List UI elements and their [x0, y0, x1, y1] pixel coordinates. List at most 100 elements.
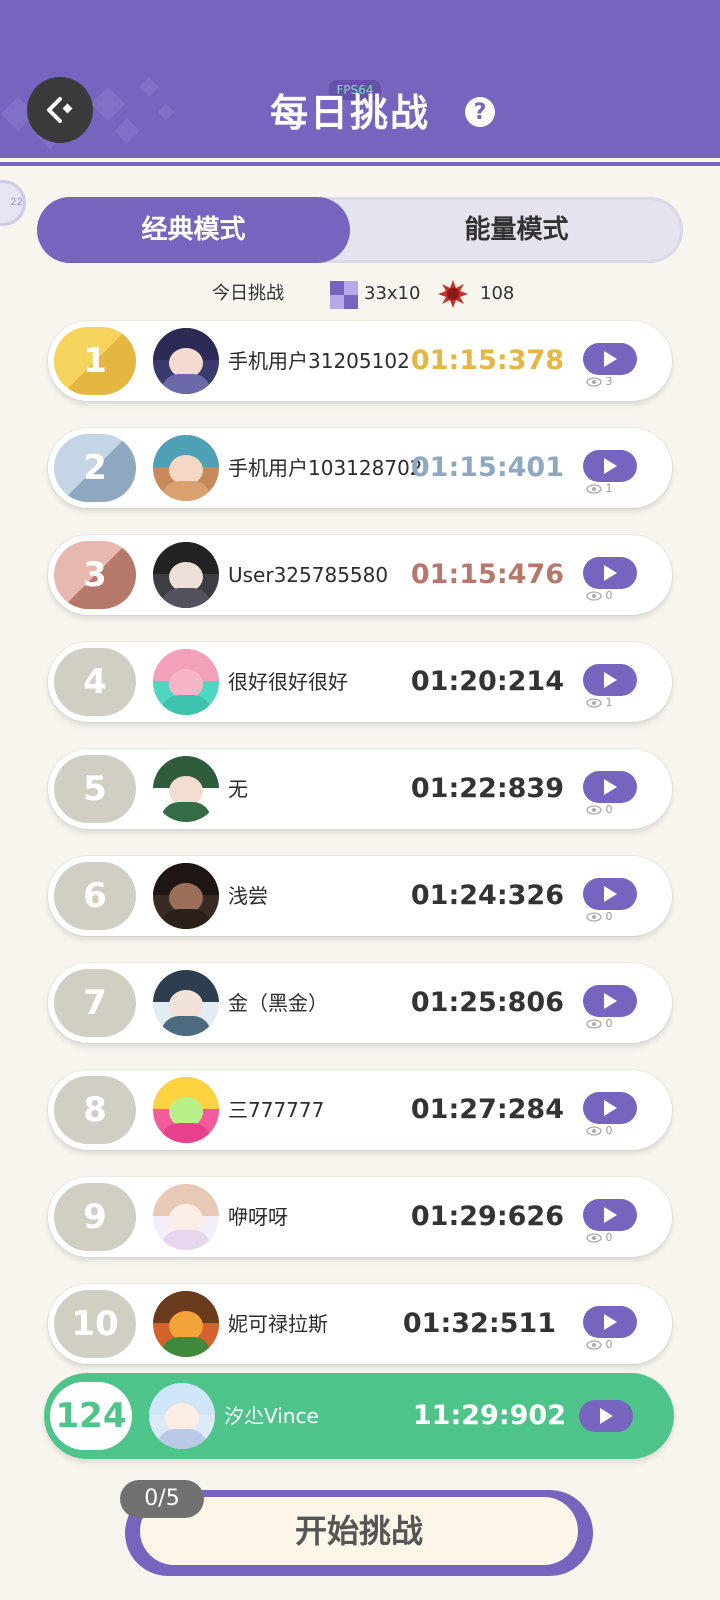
replay-button[interactable]	[583, 878, 637, 910]
player-name: 很好很好很好	[228, 670, 348, 694]
view-count: 0	[586, 1017, 613, 1030]
play-icon	[604, 1314, 617, 1330]
avatar	[153, 542, 219, 608]
play-icon	[604, 1100, 617, 1116]
play-icon	[604, 779, 617, 795]
replay-button[interactable]	[583, 557, 637, 589]
play-icon	[604, 672, 617, 688]
player-name: 妮可禄拉斯	[228, 1312, 328, 1336]
rank-badge: 8	[54, 1076, 136, 1144]
back-button[interactable]	[27, 77, 93, 143]
view-count: 0	[586, 589, 613, 602]
view-number: 3	[605, 375, 613, 388]
leaderboard-row[interactable]: 1 手机用户31205102 01:15:378 3	[48, 321, 672, 401]
rank-badge: 1	[54, 327, 136, 395]
view-number: 0	[605, 1017, 613, 1030]
decor-diamond	[157, 103, 175, 121]
my-rank-row[interactable]: 124 汐尐Vince 11:29:902	[44, 1373, 674, 1459]
leaderboard-row[interactable]: 9 咿呀呀 01:29:626 0	[48, 1177, 672, 1257]
replay-button[interactable]	[583, 771, 637, 803]
replay-button[interactable]	[583, 664, 637, 696]
today-info: 今日挑战 33x10 108	[0, 278, 720, 310]
view-number: 0	[605, 589, 613, 602]
play-icon	[604, 351, 617, 367]
leaderboard-row[interactable]: 10 妮可禄拉斯 01:32:511 0	[48, 1284, 672, 1364]
leaderboard-row[interactable]: 2 手机用户103128702 01:15:401 1	[48, 428, 672, 508]
play-icon	[600, 1408, 613, 1424]
view-count: 0	[586, 1124, 613, 1137]
clear-time: 01:29:626	[410, 1201, 564, 1232]
view-count: 0	[586, 803, 613, 816]
player-name: 手机用户103128702	[228, 456, 423, 480]
replay-button[interactable]	[583, 1199, 637, 1231]
my-time: 11:29:902	[412, 1400, 566, 1431]
eye-icon	[586, 1019, 602, 1029]
player-name: 三777777	[228, 1098, 325, 1122]
eye-icon	[586, 1126, 602, 1136]
decor-diamond	[139, 77, 159, 97]
eye-icon	[586, 698, 602, 708]
attempts-badge: 0/5	[120, 1480, 204, 1518]
rank-badge: 5	[54, 755, 136, 823]
leaderboard-row[interactable]: 5 无 01:22:839 0	[48, 749, 672, 829]
view-number: 0	[605, 1231, 613, 1244]
replay-button[interactable]	[583, 1306, 637, 1338]
clear-time: 01:20:214	[410, 666, 564, 697]
view-number: 0	[605, 1338, 613, 1351]
avatar	[153, 1077, 219, 1143]
eye-icon	[586, 1340, 602, 1350]
leaderboard-row[interactable]: 7 金（黑金） 01:25:806 0	[48, 963, 672, 1043]
eye-icon	[586, 377, 602, 387]
view-count: 0	[586, 1231, 613, 1244]
player-name: User325785580	[228, 563, 389, 587]
question-icon[interactable]: ?	[465, 97, 495, 127]
play-icon	[604, 1207, 617, 1223]
grid-size: 33x10	[364, 283, 421, 304]
my-rank-badge: 124	[50, 1382, 132, 1450]
replay-button[interactable]	[583, 343, 637, 375]
eye-icon	[586, 484, 602, 494]
decor-diamond	[114, 118, 140, 144]
today-label: 今日挑战	[212, 283, 284, 304]
rank-badge: 6	[54, 862, 136, 930]
leaderboard-row[interactable]: 6 浅尝 01:24:326 0	[48, 856, 672, 936]
clear-time: 01:15:401	[410, 452, 564, 483]
avatar	[153, 328, 219, 394]
clear-time: 01:32:511	[402, 1308, 556, 1339]
leaderboard-row[interactable]: 4 很好很好很好 01:20:214 1	[48, 642, 672, 722]
replay-button[interactable]	[583, 450, 637, 482]
view-count: 0	[586, 1338, 613, 1351]
leaderboard-row[interactable]: 3 User325785580 01:15:476 0	[48, 535, 672, 615]
page-title: 每日挑战	[270, 91, 431, 135]
play-icon	[604, 993, 617, 1009]
clear-time: 01:25:806	[410, 987, 564, 1018]
player-name: 无	[228, 777, 248, 801]
energy-count: 108	[480, 283, 515, 304]
view-count: 3	[586, 375, 613, 388]
play-icon	[604, 565, 617, 581]
clear-time: 01:27:284	[410, 1094, 564, 1125]
tab-energy-mode[interactable]: 能量模式	[350, 197, 683, 263]
eye-icon	[586, 1233, 602, 1243]
leaderboard-row[interactable]: 8 三777777 01:27:284 0	[48, 1070, 672, 1150]
side-badge[interactable]: 22	[0, 180, 26, 226]
rank-badge: 4	[54, 648, 136, 716]
avatar	[153, 435, 219, 501]
decor-diamond	[91, 87, 125, 121]
grid-icon	[330, 281, 358, 309]
replay-button[interactable]	[583, 1092, 637, 1124]
back-arrow-icon	[47, 97, 73, 123]
view-number: 1	[605, 696, 613, 709]
replay-button[interactable]	[579, 1400, 633, 1432]
rank-badge: 7	[54, 969, 136, 1037]
replay-button[interactable]	[583, 985, 637, 1017]
my-name: 汐尐Vince	[224, 1404, 319, 1428]
player-name: 金（黑金）	[228, 991, 328, 1015]
start-challenge-button[interactable]: 开始挑战	[140, 1497, 578, 1565]
tab-classic-mode[interactable]: 经典模式	[37, 197, 350, 263]
mode-tabs: 经典模式 能量模式	[37, 197, 683, 263]
header-divider	[0, 162, 720, 166]
eye-icon	[586, 805, 602, 815]
avatar	[153, 1184, 219, 1250]
rank-badge: 3	[54, 541, 136, 609]
